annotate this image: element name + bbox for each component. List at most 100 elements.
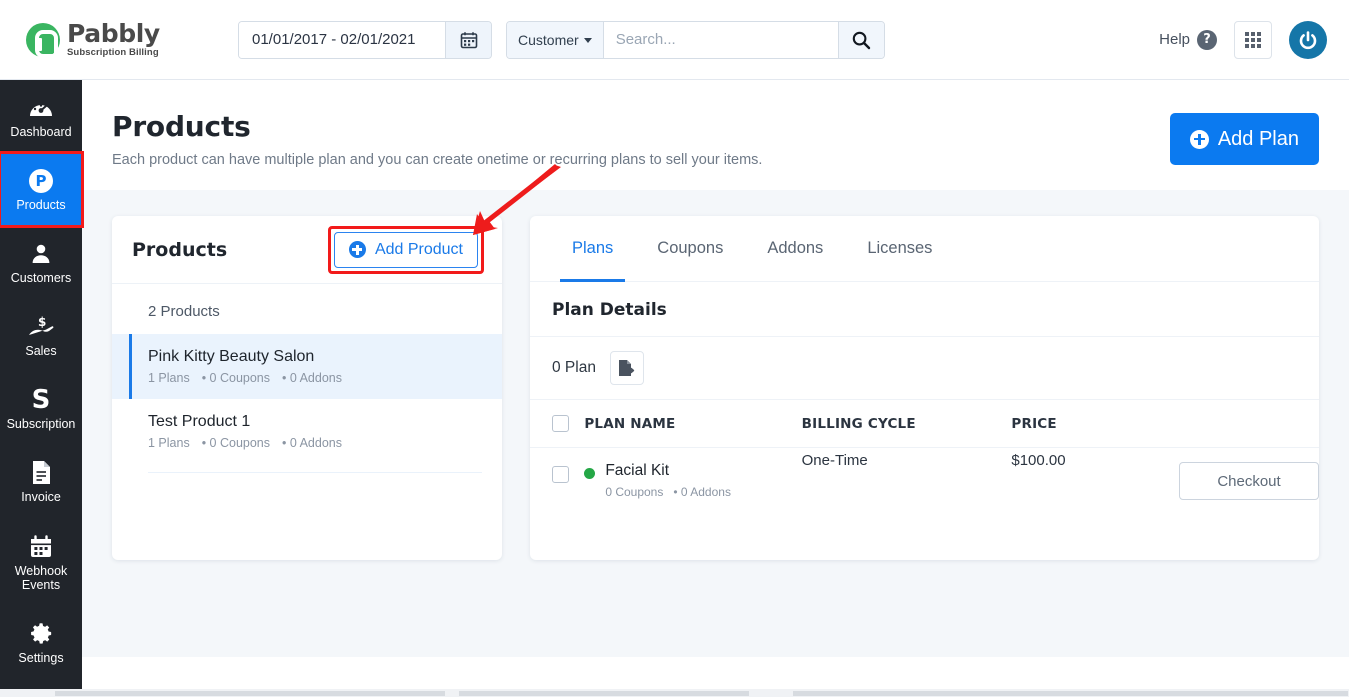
add-plan-label: Add Plan	[1218, 128, 1299, 151]
search-submit-button[interactable]	[838, 22, 884, 58]
column-price: PRICE	[1011, 400, 1179, 448]
plan-coupons-count: 0 Coupons	[605, 485, 663, 499]
actions-cell: Checkout	[1179, 448, 1319, 515]
main-content: Products Each product can have multiple …	[82, 80, 1349, 697]
products-panel: Products Add Product 2 Products Pink Kit…	[112, 216, 502, 560]
help-button[interactable]: Help ?	[1159, 30, 1217, 50]
sidebar-item-label: Customers	[11, 271, 71, 285]
search-input[interactable]	[604, 22, 838, 58]
search-scope-dropdown[interactable]: Customer	[507, 22, 604, 58]
brand-logo[interactable]: Pabbly Subscription Billing	[0, 21, 200, 58]
add-product-button[interactable]: Add Product	[334, 232, 478, 268]
plan-addons-count: • 0 Addons	[673, 485, 731, 499]
products-count: 2 Products	[112, 284, 502, 334]
plan-name-cell: Facial Kit 0 Coupons • 0 Addons	[584, 448, 801, 515]
brand-name: Pabbly	[67, 21, 160, 46]
sidebar-nav: Dashboard P Products Customers $ Sales S	[0, 80, 82, 697]
column-billing-cycle: BILLING CYCLE	[802, 400, 1012, 448]
svg-text:$: $	[38, 315, 46, 329]
brand-tagline: Subscription Billing	[67, 48, 160, 58]
calendar-icon[interactable]	[445, 22, 491, 58]
tab-plans[interactable]: Plans	[550, 216, 635, 282]
export-button[interactable]	[610, 351, 644, 385]
sidebar-item-customers[interactable]: Customers	[0, 226, 82, 299]
plans-panel: Plans Coupons Addons Licenses Plan Detai…	[530, 216, 1319, 560]
table-header-row: PLAN NAME BILLING CYCLE PRICE	[530, 400, 1319, 448]
product-addons-count: • 0 Addons	[282, 371, 342, 385]
product-name: Pink Kitty Beauty Salon	[148, 348, 482, 366]
scroll-segment[interactable]	[55, 691, 445, 696]
product-addons-count: • 0 Addons	[282, 436, 342, 450]
date-range-control[interactable]	[238, 21, 492, 59]
sidebar-item-label: Invoice	[21, 490, 61, 504]
sidebar-item-subscription[interactable]: S Subscription	[0, 372, 82, 445]
plan-count-row: 0 Plan	[530, 337, 1319, 400]
sidebar-item-settings[interactable]: Settings	[0, 606, 82, 679]
sidebar-item-label: Webhook Events	[0, 564, 82, 592]
sidebar-item-label: Settings	[18, 651, 63, 665]
select-all-header	[530, 400, 584, 448]
page-subtitle: Each product can have multiple plan and …	[112, 152, 1319, 168]
export-file-icon	[618, 359, 635, 377]
tab-licenses[interactable]: Licenses	[845, 216, 954, 282]
search-bar[interactable]: Customer	[506, 21, 885, 59]
date-range-input[interactable]	[239, 22, 445, 58]
product-list-item[interactable]: Test Product 1 1 Plans • 0 Coupons • 0 A…	[112, 399, 502, 464]
grid-apps-icon	[1245, 32, 1261, 48]
calendar-icon	[29, 533, 53, 559]
content-body: Products Add Product 2 Products Pink Kit…	[82, 190, 1349, 657]
column-actions	[1179, 400, 1319, 448]
checkout-button[interactable]: Checkout	[1179, 462, 1319, 500]
sidebar-item-label: Dashboard	[10, 125, 71, 139]
top-bar-actions: Help ?	[1159, 21, 1349, 59]
plan-meta: 0 Coupons • 0 Addons	[605, 485, 731, 499]
sidebar-item-webhook-events[interactable]: Webhook Events	[0, 518, 82, 606]
pabbly-p-logo-icon	[26, 23, 60, 57]
table-row[interactable]: Facial Kit 0 Coupons • 0 Addons One-Time…	[530, 448, 1319, 515]
plan-details-title: Plan Details	[530, 282, 1319, 337]
pabbly-p-icon: P	[29, 167, 53, 193]
plans-table: PLAN NAME BILLING CYCLE PRICE	[530, 400, 1319, 514]
question-mark-icon: ?	[1197, 30, 1217, 50]
scroll-segment[interactable]	[459, 691, 749, 696]
sidebar-item-label: Subscription	[7, 417, 76, 431]
product-name: Test Product 1	[148, 413, 482, 431]
plan-count-label: 0 Plan	[552, 359, 596, 377]
status-dot-icon	[584, 468, 595, 479]
sidebar-item-label: Products	[16, 198, 65, 212]
sidebar-item-label: Sales	[25, 344, 56, 358]
page-title: Products	[112, 110, 1319, 143]
power-account-icon	[1296, 28, 1320, 52]
apps-grid-button[interactable]	[1234, 21, 1272, 59]
column-plan-name: PLAN NAME	[584, 400, 801, 448]
search-icon	[851, 30, 871, 50]
plus-circle-icon	[1190, 130, 1209, 149]
plans-tabs: Plans Coupons Addons Licenses	[530, 216, 1319, 282]
product-list-item[interactable]: Pink Kitty Beauty Salon 1 Plans • 0 Coup…	[112, 334, 502, 399]
product-coupons-count: • 0 Coupons	[202, 436, 270, 450]
account-power-button[interactable]	[1289, 21, 1327, 59]
sidebar-item-products[interactable]: P Products	[0, 153, 82, 226]
tab-addons[interactable]: Addons	[745, 216, 845, 282]
caret-down-icon	[584, 38, 592, 43]
add-product-highlight: Add Product	[328, 226, 484, 274]
select-all-checkbox[interactable]	[552, 415, 569, 432]
document-icon	[31, 459, 52, 485]
plus-circle-icon	[349, 241, 366, 258]
row-checkbox[interactable]	[552, 466, 569, 483]
sidebar-item-dashboard[interactable]: Dashboard	[0, 80, 82, 153]
sidebar-item-sales[interactable]: $ Sales	[0, 299, 82, 372]
bottom-scroll-strip[interactable]	[0, 689, 1349, 697]
speedometer-icon	[28, 94, 54, 120]
scroll-segment[interactable]	[793, 691, 1348, 696]
price-cell: $100.00	[1011, 448, 1179, 515]
products-panel-header: Products Add Product	[112, 216, 502, 284]
top-bar: Pabbly Subscription Billing Customer	[0, 0, 1349, 80]
add-plan-button[interactable]: Add Plan	[1170, 113, 1319, 165]
tab-coupons[interactable]: Coupons	[635, 216, 745, 282]
add-product-label: Add Product	[375, 241, 463, 259]
page-header: Products Each product can have multiple …	[82, 80, 1349, 190]
product-plans-count: 1 Plans	[148, 436, 190, 450]
s-letter-icon: S	[32, 386, 51, 412]
sidebar-item-invoice[interactable]: Invoice	[0, 445, 82, 518]
